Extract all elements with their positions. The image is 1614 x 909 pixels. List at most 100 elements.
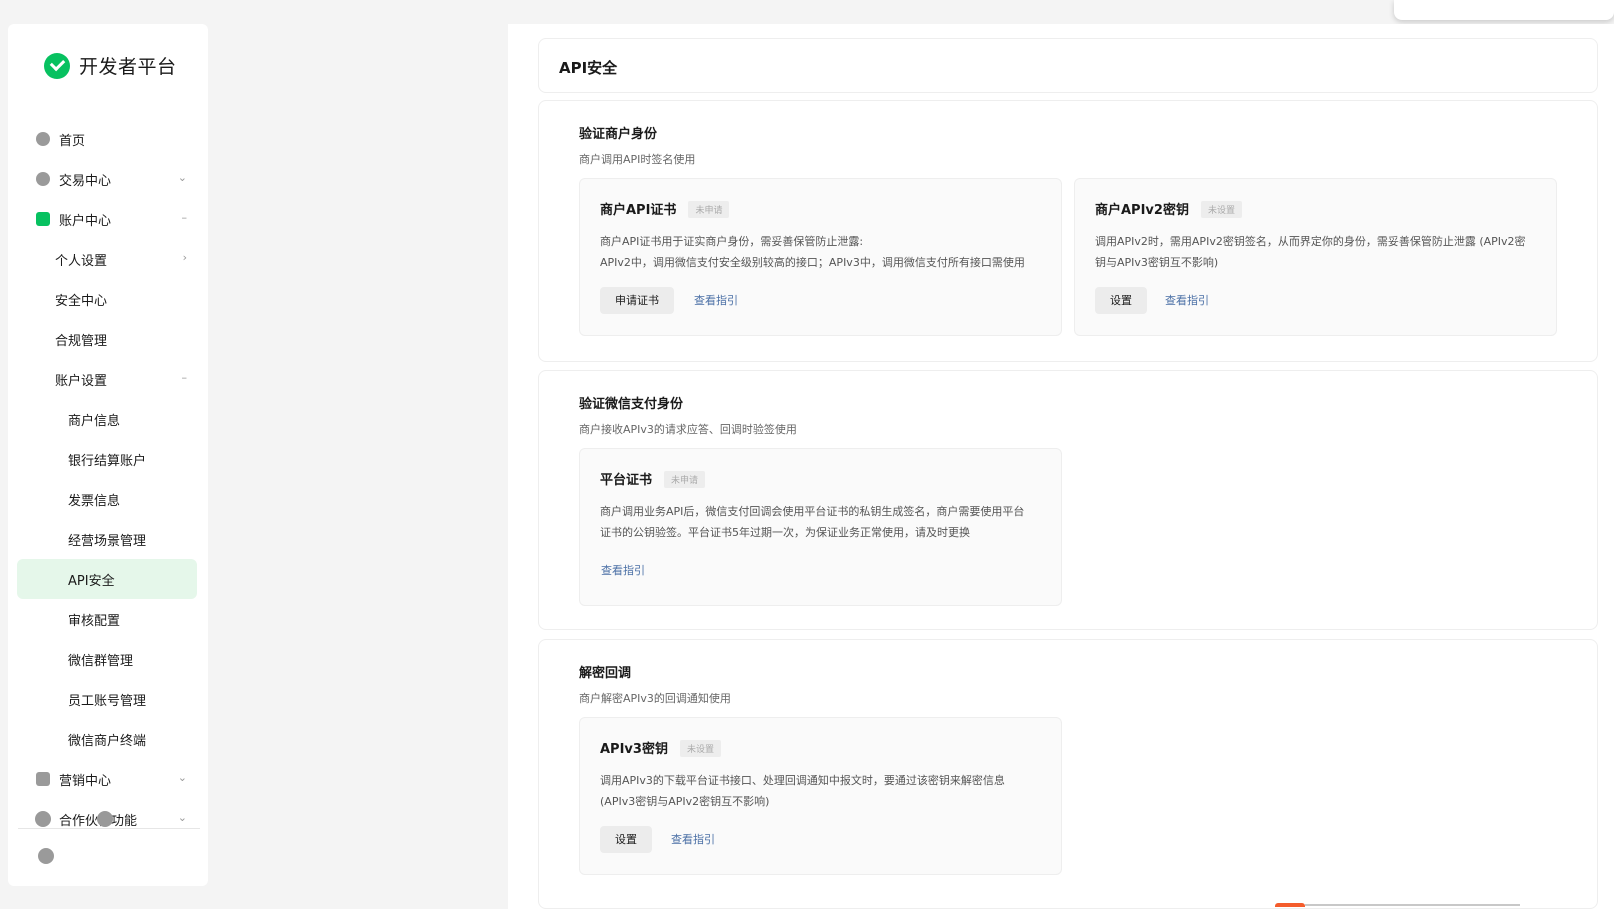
chevron-down-icon: ⌄ (177, 771, 187, 784)
collapse-icon: – (181, 371, 188, 384)
sidebar-item-wechat-groups[interactable]: 微信群管理 (17, 639, 197, 679)
sidebar-item-label: 营销中心 (59, 773, 112, 789)
view-guide-link[interactable]: 查看指引 (671, 826, 715, 853)
sidebar-item-compliance[interactable]: 合规管理 (17, 319, 197, 359)
card-desc-line: 证书的公钥验签。平台证书5年过期一次，为保证业务正常使用，请及时更换 (600, 526, 970, 539)
bottom-accent (1275, 903, 1525, 909)
sidebar-item-label: 微信群管理 (68, 653, 134, 669)
card-desc-line: 钥与APIv3密钥互不影响) (1095, 256, 1219, 269)
sidebar-item-security-center[interactable]: 安全中心 (17, 279, 197, 319)
sidebar-item-label: 经营场景管理 (68, 533, 147, 549)
sidebar-item-label: 银行结算账户 (68, 453, 147, 469)
sidebar-item-marketing[interactable]: 营销中心 ⌄ (17, 759, 197, 799)
card-title: 商户APIv2密钥 未设置 (1095, 199, 1242, 218)
card-title-text: APIv3密钥 (600, 742, 668, 757)
section-desc: 商户接收APIv3的请求应答、回调时验签使用 (579, 423, 797, 436)
sidebar-item-account[interactable]: 账户中心 – (17, 199, 197, 239)
section-title: 解密回调 (579, 666, 632, 681)
sidebar-nav: 首页 交易中心 ⌄ 账户中心 – 个人设置 › 安全中心 合规管理 账户设置 –… (17, 119, 197, 839)
section-title: 验证微信支付身份 (579, 397, 684, 412)
sidebar-item-account-settings[interactable]: 账户设置 – (17, 359, 197, 399)
card-desc: 调用APIv2时，需用APIv2密钥签名，从而界定你的身份，需妥善保管防止泄露 … (1095, 231, 1526, 273)
card-desc-line: APIv2中，调用微信支付安全级别较高的接口；APIv3中，调用微信支付所有接口… (600, 256, 1025, 269)
sidebar-item-label: 微信商户终端 (68, 733, 147, 749)
sidebar-item-label: 审核配置 (68, 613, 121, 629)
section-desc: 商户调用API时签名使用 (579, 153, 696, 166)
card-title: APIv3密钥 未设置 (600, 738, 721, 757)
wechat-pay-logo-icon (44, 52, 70, 79)
view-guide-link[interactable]: 查看指引 (694, 287, 738, 314)
sidebar-item-label: 合规管理 (55, 333, 108, 349)
apply-cert-button[interactable]: 申请证书 (600, 287, 674, 314)
divider (18, 828, 200, 829)
page-title: API安全 (559, 59, 618, 77)
service-icon[interactable] (97, 811, 113, 827)
card-platform-cert: 平台证书 未申请 商户调用业务API后，微信支付回调会使用平台证书的私钥生成签名，… (579, 448, 1062, 606)
sidebar-item-review-config[interactable]: 审核配置 (17, 599, 197, 639)
accent-orange (1275, 903, 1305, 907)
sidebar-item-label: 交易中心 (59, 173, 112, 189)
account-icon (36, 212, 50, 226)
chevron-right-icon: › (182, 251, 187, 264)
chevron-down-icon: ⌄ (177, 171, 187, 184)
sidebar-item-label: 个人设置 (55, 253, 108, 269)
card-desc: 商户API证书用于证实商户身份，需妥善保管防止泄露: APIv2中，调用微信支付… (600, 231, 1025, 273)
view-guide-link[interactable]: 查看指引 (601, 557, 645, 584)
card-desc-line: 商户API证书用于证实商户身份，需妥善保管防止泄露: (600, 235, 864, 248)
accent-grey (1305, 904, 1520, 906)
sidebar-item-label: 账户中心 (59, 213, 112, 229)
card-desc-line: 商户调用业务API后，微信支付回调会使用平台证书的私钥生成签名，商户需要使用平台 (600, 505, 1025, 518)
set-key-button[interactable]: 设置 (600, 826, 652, 853)
status-badge: 未申请 (664, 471, 706, 488)
page-header: API安全 (538, 38, 1598, 93)
sidebar-item-merchant-terminal[interactable]: 微信商户终端 (17, 719, 197, 759)
app-title: 开发者平台 (79, 56, 177, 78)
collapse-icon: – (181, 211, 188, 224)
top-bar (0, 0, 1614, 12)
card-merchant-api-cert: 商户API证书 未申请 商户API证书用于证实商户身份，需妥善保管防止泄露: AP… (579, 178, 1062, 336)
top-popover (1394, 0, 1614, 20)
sidebar-item-invoice-info[interactable]: 发票信息 (17, 479, 197, 519)
set-key-button[interactable]: 设置 (1095, 287, 1147, 314)
sidebar-item-merchant-info[interactable]: 商户信息 (17, 399, 197, 439)
card-desc-line: 调用APIv2时，需用APIv2密钥签名，从而界定你的身份，需妥善保管防止泄露 … (1095, 235, 1526, 248)
sidebar-item-label: 首页 (59, 133, 86, 149)
card-desc: 调用APIv3的下载平台证书接口、处理回调通知中报文时，要通过该密钥来解密信息 … (600, 770, 1005, 812)
marketing-icon (36, 772, 50, 786)
card-desc-line: (APIv3密钥与APIv2密钥互不影响) (600, 795, 770, 808)
sidebar-item-label: 发票信息 (68, 493, 121, 509)
card-desc: 商户调用业务API后，微信支付回调会使用平台证书的私钥生成签名，商户需要使用平台… (600, 501, 1024, 543)
sidebar-item-transaction[interactable]: 交易中心 ⌄ (17, 159, 197, 199)
user-avatar-icon[interactable] (38, 848, 54, 864)
sidebar-footer-icons (33, 811, 203, 829)
card-desc-line: 调用APIv3的下载平台证书接口、处理回调通知中报文时，要通过该密钥来解密信息 (600, 774, 1005, 787)
card-apiv2-key: 商户APIv2密钥 未设置 调用APIv2时，需用APIv2密钥签名，从而界定你的… (1074, 178, 1557, 336)
status-badge: 未设置 (1200, 201, 1242, 218)
section-desc: 商户解密APIv3的回调通知使用 (579, 692, 731, 705)
sidebar-item-label: 账户设置 (55, 373, 108, 389)
sidebar-item-bank-account[interactable]: 银行结算账户 (17, 439, 197, 479)
sidebar-item-api-security[interactable]: API安全 (17, 559, 197, 599)
card-title-text: 商户APIv2密钥 (1095, 203, 1189, 218)
home-icon (36, 132, 50, 146)
status-badge: 未申请 (688, 201, 730, 218)
card-apiv3-key: APIv3密钥 未设置 调用APIv3的下载平台证书接口、处理回调通知中报文时，要… (579, 717, 1062, 875)
sidebar-item-label: 商户信息 (68, 413, 121, 429)
section-verify-wechatpay: 验证微信支付身份 商户接收APIv3的请求应答、回调时验签使用 平台证书 未申请 … (538, 370, 1598, 630)
sidebar-item-business-scenes[interactable]: 经营场景管理 (17, 519, 197, 559)
sidebar-item-label: 员工账号管理 (68, 693, 147, 709)
message-icon[interactable] (35, 811, 51, 827)
sidebar: 开发者平台 首页 交易中心 ⌄ 账户中心 – 个人设置 › 安全中心 合规管理 … (8, 24, 208, 886)
sidebar-item-personal-settings[interactable]: 个人设置 › (17, 239, 197, 279)
status-badge: 未设置 (679, 740, 721, 757)
card-title-text: 平台证书 (600, 473, 653, 488)
card-title-text: 商户API证书 (600, 203, 677, 218)
section-decrypt-callback: 解密回调 商户解密APIv3的回调通知使用 APIv3密钥 未设置 调用APIv3… (538, 639, 1598, 909)
transaction-icon (36, 172, 50, 186)
sidebar-item-staff-accounts[interactable]: 员工账号管理 (17, 679, 197, 719)
section-verify-merchant: 验证商户身份 商户调用API时签名使用 商户API证书 未申请 商户API证书用于… (538, 100, 1598, 362)
sidebar-item-label: 安全中心 (55, 293, 108, 309)
view-guide-link[interactable]: 查看指引 (1165, 287, 1209, 314)
logo[interactable]: 开发者平台 (44, 52, 177, 79)
sidebar-item-home[interactable]: 首页 (17, 119, 197, 159)
